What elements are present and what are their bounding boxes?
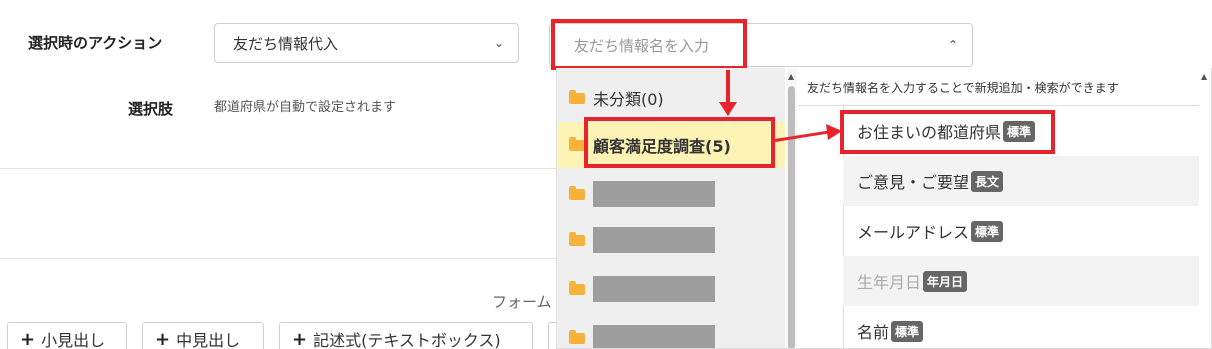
choices-label: 選択肢 — [128, 100, 174, 118]
item-opinion[interactable]: ご意見・ご要望 長文 — [843, 156, 1201, 206]
folder-icon — [569, 136, 585, 151]
action-label: 選択時のアクション — [28, 34, 163, 52]
chevron-down-icon: ⌄ — [493, 36, 504, 50]
add-small-heading-label: 小見出し — [41, 331, 106, 349]
scroll-up-arrow-icon[interactable]: ▲ — [1201, 72, 1207, 81]
add-textbox-button[interactable]: + 記述式(テキストボックス) — [279, 322, 533, 349]
folder-icon — [569, 185, 585, 200]
item-birthday[interactable]: 生年月日 年月日 — [843, 256, 1201, 306]
section-divider — [0, 168, 556, 169]
folder-icon — [569, 329, 585, 344]
section-divider — [0, 258, 556, 259]
item-badge: 標準 — [891, 320, 924, 342]
action-select-value: 友だち情報代入 — [233, 34, 339, 53]
item-highlight-box — [840, 110, 1055, 154]
folder-icon — [569, 89, 585, 104]
item-scrollbar[interactable]: ▲ — [1199, 68, 1211, 348]
add-medium-heading-button[interactable]: + 中見出し — [142, 322, 264, 349]
folder-item-masked[interactable] — [557, 267, 785, 311]
folder-item-masked[interactable] — [557, 218, 785, 262]
item-badge: 年月日 — [923, 270, 968, 292]
folder-icon — [569, 280, 585, 295]
item-label: 名前 — [857, 323, 890, 342]
folder-item-masked[interactable] — [557, 316, 785, 348]
form-label: フォーム — [492, 293, 552, 311]
choices-helper-text: 都道府県が自動で設定されます — [214, 100, 397, 115]
redacted-label — [593, 276, 715, 302]
arrow-shaft — [726, 70, 730, 106]
folder-highlight-box — [584, 117, 775, 168]
folder-list: 未分類(0) 顧客満足度調査(5) — [557, 68, 785, 348]
add-textbox-label: 記述式(テキストボックス) — [313, 331, 501, 349]
add-medium-heading-label: 中見出し — [176, 331, 241, 349]
plus-icon: + — [292, 328, 308, 349]
item-name[interactable]: 名前 標準 — [843, 306, 1201, 348]
scroll-up-arrow-icon[interactable]: ▲ — [788, 72, 794, 81]
folder-item-masked[interactable] — [557, 172, 785, 216]
search-highlight-box — [551, 19, 747, 70]
arrow-right-icon — [826, 124, 842, 140]
plus-icon: + — [155, 328, 171, 349]
item-label: ご意見・ご要望 — [857, 173, 970, 192]
folder-item-label: 未分類(0) — [593, 90, 664, 109]
item-email[interactable]: メールアドレス 標準 — [843, 206, 1201, 256]
folder-icon — [569, 231, 585, 246]
chevron-up-icon: ⌃ — [947, 38, 958, 52]
folder-item-uncategorized[interactable]: 未分類(0) — [557, 76, 785, 120]
plus-icon: + — [20, 328, 36, 349]
arrow-down-icon — [719, 102, 737, 116]
folder-scrollbar[interactable]: ▲ — [786, 68, 797, 348]
redacted-label — [593, 325, 715, 348]
scrollbar-thumb[interactable] — [788, 86, 795, 348]
item-label: メールアドレス — [857, 223, 970, 242]
add-small-heading-button[interactable]: + 小見出し — [7, 322, 127, 349]
redacted-label — [593, 181, 715, 207]
item-list-header: 友だち情報名を入力することで新規追加・検索ができます — [798, 68, 1201, 106]
item-badge: 長文 — [971, 170, 1004, 192]
item-label: 生年月日 — [857, 273, 922, 292]
item-badge: 標準 — [971, 220, 1004, 242]
action-select[interactable]: 友だち情報代入 ⌄ — [214, 23, 519, 63]
redacted-label — [593, 227, 715, 253]
